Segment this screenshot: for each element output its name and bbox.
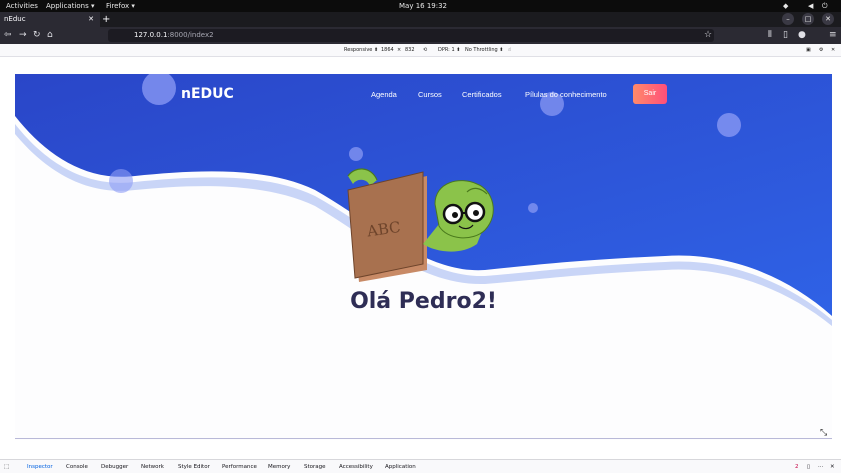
- url-bar[interactable]: 127.0.0.1:8000/index2: [108, 29, 714, 42]
- devtools-menu-icon[interactable]: ⋯: [818, 460, 824, 474]
- devtools-tab-storage[interactable]: Storage: [304, 460, 326, 474]
- minimize-button[interactable]: –: [782, 13, 794, 25]
- clock[interactable]: May 16 19:32: [399, 1, 447, 11]
- devtools-tab-application[interactable]: Application: [385, 460, 416, 474]
- reload-button[interactable]: ↻: [33, 29, 41, 41]
- responsive-design-toolbar: Responsive ⬍ 1864 × 832 ⟲ DPR: 1 ⬍ No Th…: [0, 44, 841, 57]
- error-count-badge[interactable]: 2: [795, 460, 799, 474]
- dimension-separator: ×: [397, 47, 402, 53]
- tab-title: nEduc: [4, 15, 26, 23]
- devtools-tab-memory[interactable]: Memory: [268, 460, 290, 474]
- decor-bubble: [528, 203, 538, 213]
- decor-bubble: [349, 147, 363, 161]
- viewport-bottom-border: [15, 438, 832, 439]
- back-button[interactable]: ⇦: [4, 29, 12, 41]
- settings-icon[interactable]: ⚙: [819, 44, 823, 57]
- forward-button[interactable]: →: [19, 29, 27, 41]
- nav-link-agenda[interactable]: Agenda: [371, 90, 397, 99]
- page-viewport: ABC nEDUC Agenda Cursos Certificados Píl…: [15, 74, 832, 440]
- viewport-width[interactable]: 1864: [381, 44, 394, 57]
- firefox-menu[interactable]: Firefox ▾: [106, 1, 135, 11]
- devtools-tab-network[interactable]: Network: [141, 460, 164, 474]
- browser-tab[interactable]: nEduc ✕: [0, 12, 100, 27]
- app-menu-icon[interactable]: ≡: [829, 29, 837, 41]
- devtools-tab-accessibility[interactable]: Accessibility: [339, 460, 373, 474]
- devtools-tab-style-editor[interactable]: Style Editor: [178, 460, 210, 474]
- nav-link-certificados[interactable]: Certificados: [462, 90, 502, 99]
- volume-icon[interactable]: ◀: [808, 1, 813, 11]
- rotate-icon[interactable]: ⟲: [423, 44, 427, 57]
- nav-link-cursos[interactable]: Cursos: [418, 90, 442, 99]
- touch-simulation-icon[interactable]: ☝: [508, 44, 511, 57]
- applications-menu[interactable]: Applications ▾: [46, 1, 95, 11]
- devtools-tab-inspector[interactable]: Inspector: [27, 460, 53, 474]
- decor-bubble: [109, 169, 133, 193]
- devtools-toolbar: ⬚ Inspector Console Debugger Network Sty…: [0, 459, 841, 473]
- home-icon[interactable]: ⌂: [47, 29, 53, 41]
- devtools-tab-console[interactable]: Console: [66, 460, 88, 474]
- dpr-selector[interactable]: DPR: 1 ⬍: [438, 44, 460, 57]
- viewport-resize-handle[interactable]: ⤡: [820, 428, 827, 438]
- element-picker-icon[interactable]: ⬚: [4, 460, 9, 474]
- decor-bubble: [717, 113, 741, 137]
- url-host: 127.0.0.1: [134, 31, 168, 39]
- hero-background: ABC: [15, 74, 832, 326]
- logout-button[interactable]: Sair: [633, 84, 667, 104]
- sidebar-icon[interactable]: ▯: [783, 29, 788, 41]
- viewport-height[interactable]: 832: [405, 44, 415, 57]
- navigation-bar: ⇦ → ↻ ⌂ 127.0.0.1:8000/index2 ☆ ⫴ ▯ ● ≡: [0, 27, 841, 44]
- greeting-heading: Olá Pedro2!: [350, 289, 497, 314]
- close-window-button[interactable]: ✕: [822, 13, 834, 25]
- site-logo[interactable]: nEDUC: [181, 86, 234, 102]
- nav-link-pilulas[interactable]: Pílulas do conhecimento: [525, 90, 607, 99]
- new-tab-button[interactable]: +: [102, 12, 110, 27]
- url-path: :8000/index2: [167, 31, 214, 39]
- devtools-tab-debugger[interactable]: Debugger: [101, 460, 128, 474]
- screenshot-icon[interactable]: ▣: [806, 44, 811, 57]
- network-icon[interactable]: ◆: [783, 1, 788, 11]
- power-icon[interactable]: ⏻: [822, 1, 828, 11]
- tab-bar: nEduc ✕ + – □ ✕: [0, 12, 841, 27]
- activities-button[interactable]: Activities: [6, 1, 38, 11]
- device-selector[interactable]: Responsive ⬍: [344, 44, 378, 57]
- devtools-dock-icon[interactable]: ▯: [807, 460, 810, 474]
- maximize-button[interactable]: □: [802, 13, 814, 25]
- library-icon[interactable]: ⫴: [768, 29, 772, 41]
- close-rdm-icon[interactable]: ✕: [831, 44, 835, 57]
- tab-close-icon[interactable]: ✕: [88, 12, 94, 27]
- bookmark-star-icon[interactable]: ☆: [704, 29, 712, 41]
- account-icon[interactable]: ●: [798, 29, 806, 41]
- throttling-selector[interactable]: No Throttling ⬍: [465, 44, 503, 57]
- devtools-close-icon[interactable]: ✕: [830, 460, 835, 474]
- devtools-tab-performance[interactable]: Performance: [222, 460, 257, 474]
- system-top-bar: Activities Applications ▾ Firefox ▾ May …: [0, 0, 841, 12]
